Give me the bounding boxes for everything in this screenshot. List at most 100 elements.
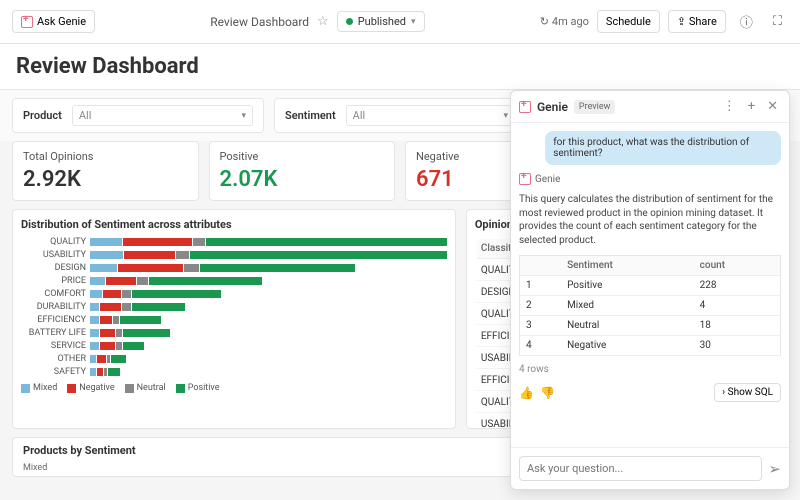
legend-item[interactable]: Positive	[176, 383, 220, 393]
user-message: for this product, what was the distribut…	[545, 131, 781, 165]
bar-segment[interactable]	[132, 290, 221, 298]
info-icon[interactable]: ⓘ	[734, 8, 759, 35]
thumbs-up-icon[interactable]: 👍	[519, 386, 534, 400]
bar-segment[interactable]	[97, 355, 106, 363]
close-icon[interactable]: ✕	[764, 99, 781, 114]
bar-segment[interactable]	[104, 368, 107, 376]
table-row: 2Mixed4	[520, 296, 781, 316]
bar-segment[interactable]	[90, 329, 99, 337]
bar-segment[interactable]	[90, 264, 117, 272]
bar-segment[interactable]	[100, 316, 112, 324]
bar-segment[interactable]	[206, 238, 447, 246]
genie-title: Genie	[537, 100, 568, 114]
bar-segment[interactable]	[124, 251, 174, 259]
bar-segment[interactable]	[190, 251, 446, 259]
schedule-button[interactable]: Schedule	[597, 10, 660, 33]
bar-segment[interactable]	[90, 251, 123, 259]
genie-side-panel: Genie Preview ⋮ + ✕ for this product, wh…	[510, 90, 790, 490]
chart-row: DESIGN	[21, 263, 447, 273]
last-refresh[interactable]: ↻4m ago	[540, 15, 589, 28]
bar-segment[interactable]	[113, 316, 119, 324]
genie-question-input[interactable]	[519, 456, 762, 481]
filter-select[interactable]: All▾	[72, 105, 253, 126]
ask-genie-button[interactable]: Ask Genie	[12, 10, 95, 33]
dashboard-name: Review Dashboard	[210, 15, 309, 29]
table-row: 3Neutral18	[520, 316, 781, 336]
bar-segment[interactable]	[90, 277, 105, 285]
legend-item[interactable]: Mixed	[21, 383, 57, 393]
bar-segment[interactable]	[149, 277, 262, 285]
fullscreen-icon[interactable]: ⛶	[767, 10, 788, 33]
table-row: 1Positive228	[520, 276, 781, 296]
chart-category-label: DESIGN	[21, 263, 86, 273]
bar-segment[interactable]	[103, 290, 121, 298]
bar-segment[interactable]	[123, 238, 191, 246]
status-dot-icon	[346, 18, 353, 25]
bar-segment[interactable]	[90, 368, 96, 376]
bar-segment[interactable]	[90, 355, 96, 363]
bar-segment[interactable]	[122, 303, 131, 311]
chevron-down-icon: ▾	[503, 111, 508, 121]
chart-category-label: USABILITY	[21, 250, 86, 260]
star-icon[interactable]: ☆	[317, 14, 329, 29]
bar-segment[interactable]	[90, 238, 122, 246]
sentiment-bar-chart: QUALITYUSABILITYDESIGNPRICECOMFORTDURABI…	[21, 237, 447, 377]
send-icon[interactable]: ➢	[768, 460, 781, 478]
bar-segment[interactable]	[100, 342, 115, 350]
chevron-down-icon: ▾	[241, 111, 246, 121]
chart-category-label: QUALITY	[21, 237, 86, 247]
thumbs-down-icon[interactable]: 👎	[540, 386, 555, 400]
add-icon[interactable]: +	[745, 99, 758, 114]
bar-segment[interactable]	[90, 303, 99, 311]
bar-segment[interactable]	[123, 342, 144, 350]
chart-row: SAFETY	[21, 367, 447, 377]
chart-row: QUALITY	[21, 237, 447, 247]
chart-category-label: BATTERY LIFE	[21, 328, 86, 338]
chart-category-label: PRICE	[21, 276, 86, 286]
legend-swatch	[176, 384, 185, 393]
legend-item[interactable]: Negative	[67, 383, 114, 393]
table-header: count	[694, 256, 781, 276]
bar-segment[interactable]	[200, 264, 355, 272]
bar-segment[interactable]	[106, 277, 136, 285]
chart-row: USABILITY	[21, 250, 447, 260]
chart-row: PRICE	[21, 276, 447, 286]
filter-label: Sentiment	[285, 109, 336, 122]
bar-segment[interactable]	[90, 342, 99, 350]
filter-select[interactable]: All▾	[346, 105, 515, 126]
bar-segment[interactable]	[137, 277, 149, 285]
publish-status-dropdown[interactable]: Published▾	[337, 11, 425, 32]
bar-segment[interactable]	[120, 316, 162, 324]
bar-segment[interactable]	[118, 264, 183, 272]
legend-item[interactable]: Neutral	[125, 383, 166, 393]
genie-icon	[519, 173, 531, 185]
genie-panel-header: Genie Preview ⋮ + ✕	[511, 91, 789, 123]
bar-segment[interactable]	[97, 368, 103, 376]
bar-segment[interactable]	[116, 329, 122, 337]
bar-segment[interactable]	[90, 316, 99, 324]
filter: ProductAll▾	[12, 98, 264, 133]
bar-segment[interactable]	[116, 342, 122, 350]
bar-segment[interactable]	[132, 303, 186, 311]
bar-segment[interactable]	[111, 355, 126, 363]
bar-segment[interactable]	[123, 329, 171, 337]
share-button[interactable]: ⇪ Share	[668, 10, 726, 33]
bar-segment[interactable]	[108, 368, 120, 376]
bar-segment[interactable]	[90, 290, 102, 298]
row-count: 4 rows	[519, 364, 781, 375]
chart-category-label: SAFETY	[21, 367, 86, 377]
bar-segment[interactable]	[184, 264, 199, 272]
bar-segment[interactable]	[100, 329, 115, 337]
table-header	[520, 256, 562, 276]
bot-label: Genie	[519, 173, 781, 185]
more-icon[interactable]: ⋮	[720, 99, 739, 114]
bar-segment[interactable]	[100, 303, 121, 311]
show-sql-button[interactable]: › Show SQL	[714, 383, 781, 402]
bar-segment[interactable]	[176, 251, 190, 259]
genie-body: for this product, what was the distribut…	[511, 123, 789, 447]
bar-segment[interactable]	[193, 238, 205, 246]
bar-segment[interactable]	[122, 290, 131, 298]
topbar: Ask Genie Review Dashboard ☆ Published▾ …	[0, 0, 800, 44]
kpi-label: Total Opinions	[23, 150, 188, 163]
bar-segment[interactable]	[107, 355, 110, 363]
